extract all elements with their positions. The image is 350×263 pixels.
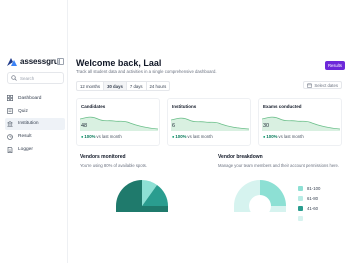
select-dates-label: Select dates — [314, 82, 338, 88]
sidebar-nav: Dashboard Quiz Institution Result Logger — [5, 92, 65, 156]
sidebar-item-label: Result — [18, 134, 32, 140]
sidebar-item-label: Dashboard — [18, 95, 42, 101]
sidebar-item-label: Quiz — [18, 108, 28, 114]
legend-swatch — [298, 195, 303, 201]
stat-change-text: vs last month — [96, 134, 122, 139]
search-box[interactable] — [7, 72, 64, 84]
arrow-up-icon: ● — [81, 134, 84, 139]
select-dates-button[interactable]: Select dates — [303, 81, 342, 89]
results-button[interactable]: Results — [325, 61, 345, 70]
date-range-tabs: 12 months 30 days 7 days 24 hours — [76, 81, 171, 91]
sparkline — [80, 116, 158, 131]
arrow-up-icon: ● — [263, 134, 266, 139]
sidebar: assessgru Dashboard Quiz — [0, 0, 68, 263]
stat-change-percent: 100% — [84, 134, 96, 139]
collapse-sidebar-icon[interactable] — [57, 58, 64, 65]
pie-slice — [116, 180, 142, 206]
stat-change-text: vs last month — [278, 134, 304, 139]
search-icon — [11, 75, 17, 81]
calendar-icon — [307, 83, 313, 88]
tab-30-days[interactable]: 30 days — [104, 82, 127, 90]
vendors-monitored-title: Vendors monitored — [80, 154, 126, 160]
stat-change: ● 100% vs last month — [81, 134, 122, 139]
sidebar-item-label: Logger — [18, 147, 33, 153]
sparkline — [171, 117, 249, 131]
legend-label: 61-80 — [307, 195, 318, 201]
stat-value: 48 — [81, 123, 88, 129]
stat-label: Institutions — [172, 104, 197, 109]
stat-change-percent: 100% — [266, 134, 278, 139]
stat-card-exams-conducted: Exams conducted 30 ● 100% vs last month — [258, 98, 342, 146]
stat-label: Candidates — [81, 104, 106, 109]
vendor-breakdown-legend: 81-100 61-80 41-60 — [298, 183, 338, 223]
tab-24-hours[interactable]: 24 hours — [147, 82, 170, 90]
legend-item: 41-60 — [298, 203, 338, 213]
sidebar-item-dashboard[interactable]: Dashboard — [5, 92, 65, 105]
legend-item: 61-80 — [298, 193, 338, 203]
brand-name: assessgru — [20, 57, 59, 66]
vendors-monitored-subtitle: You're using 80% of available spots. — [80, 163, 147, 168]
page-subtitle: Track all student data and activities in… — [76, 69, 217, 74]
legend-swatch — [298, 205, 303, 211]
sidebar-item-institution[interactable]: Institution — [5, 117, 65, 131]
main-content: Welcome back, Laal Track all student dat… — [68, 0, 350, 263]
vendor-breakdown-chart — [234, 180, 286, 212]
legend-swatch — [298, 185, 303, 191]
stat-change: ● 100% vs last month — [172, 134, 213, 139]
grid-icon — [7, 95, 13, 102]
stat-card-institutions: Institutions 6 ● 100% vs last month — [167, 98, 251, 146]
stat-value: 30 — [263, 123, 270, 129]
legend-swatch — [298, 215, 303, 221]
stat-card-candidates: Candidates 48 ● 100% vs last month — [76, 98, 160, 146]
legend-item: 81-100 — [298, 183, 338, 193]
stat-change-text: vs last month — [187, 134, 213, 139]
sidebar-item-result[interactable]: Result — [5, 130, 65, 143]
arrow-up-icon: ● — [172, 134, 175, 139]
building-icon — [7, 121, 13, 127]
stat-value: 6 — [172, 123, 176, 129]
sparkline — [262, 116, 340, 131]
stat-change: ● 100% vs last month — [263, 134, 304, 139]
tab-7-days[interactable]: 7 days — [127, 82, 147, 90]
vendor-breakdown-subtitle: Manage your team members and their accou… — [218, 163, 340, 168]
stat-change-percent: 100% — [175, 134, 187, 139]
pie-slice — [116, 206, 168, 212]
page-title: Welcome back, Laal — [76, 58, 162, 68]
chart-icon — [7, 133, 13, 140]
legend-label: 41-60 — [307, 205, 318, 211]
legend-item — [298, 213, 338, 223]
search-input[interactable] — [20, 75, 60, 81]
vendor-breakdown-title: Vendor breakdown — [218, 154, 263, 160]
logo-icon — [7, 57, 17, 66]
legend-label: 81-100 — [307, 185, 321, 191]
sidebar-item-label: Institution — [18, 121, 39, 127]
stat-label: Exams conducted — [263, 104, 302, 109]
sidebar-item-quiz[interactable]: Quiz — [5, 105, 65, 118]
document-icon — [7, 146, 13, 153]
tab-12-months[interactable]: 12 months — [77, 82, 105, 90]
quiz-icon — [7, 108, 13, 115]
vendors-monitored-chart — [116, 180, 168, 212]
sidebar-item-logger[interactable]: Logger — [5, 143, 65, 156]
brand[interactable]: assessgru — [7, 57, 59, 66]
